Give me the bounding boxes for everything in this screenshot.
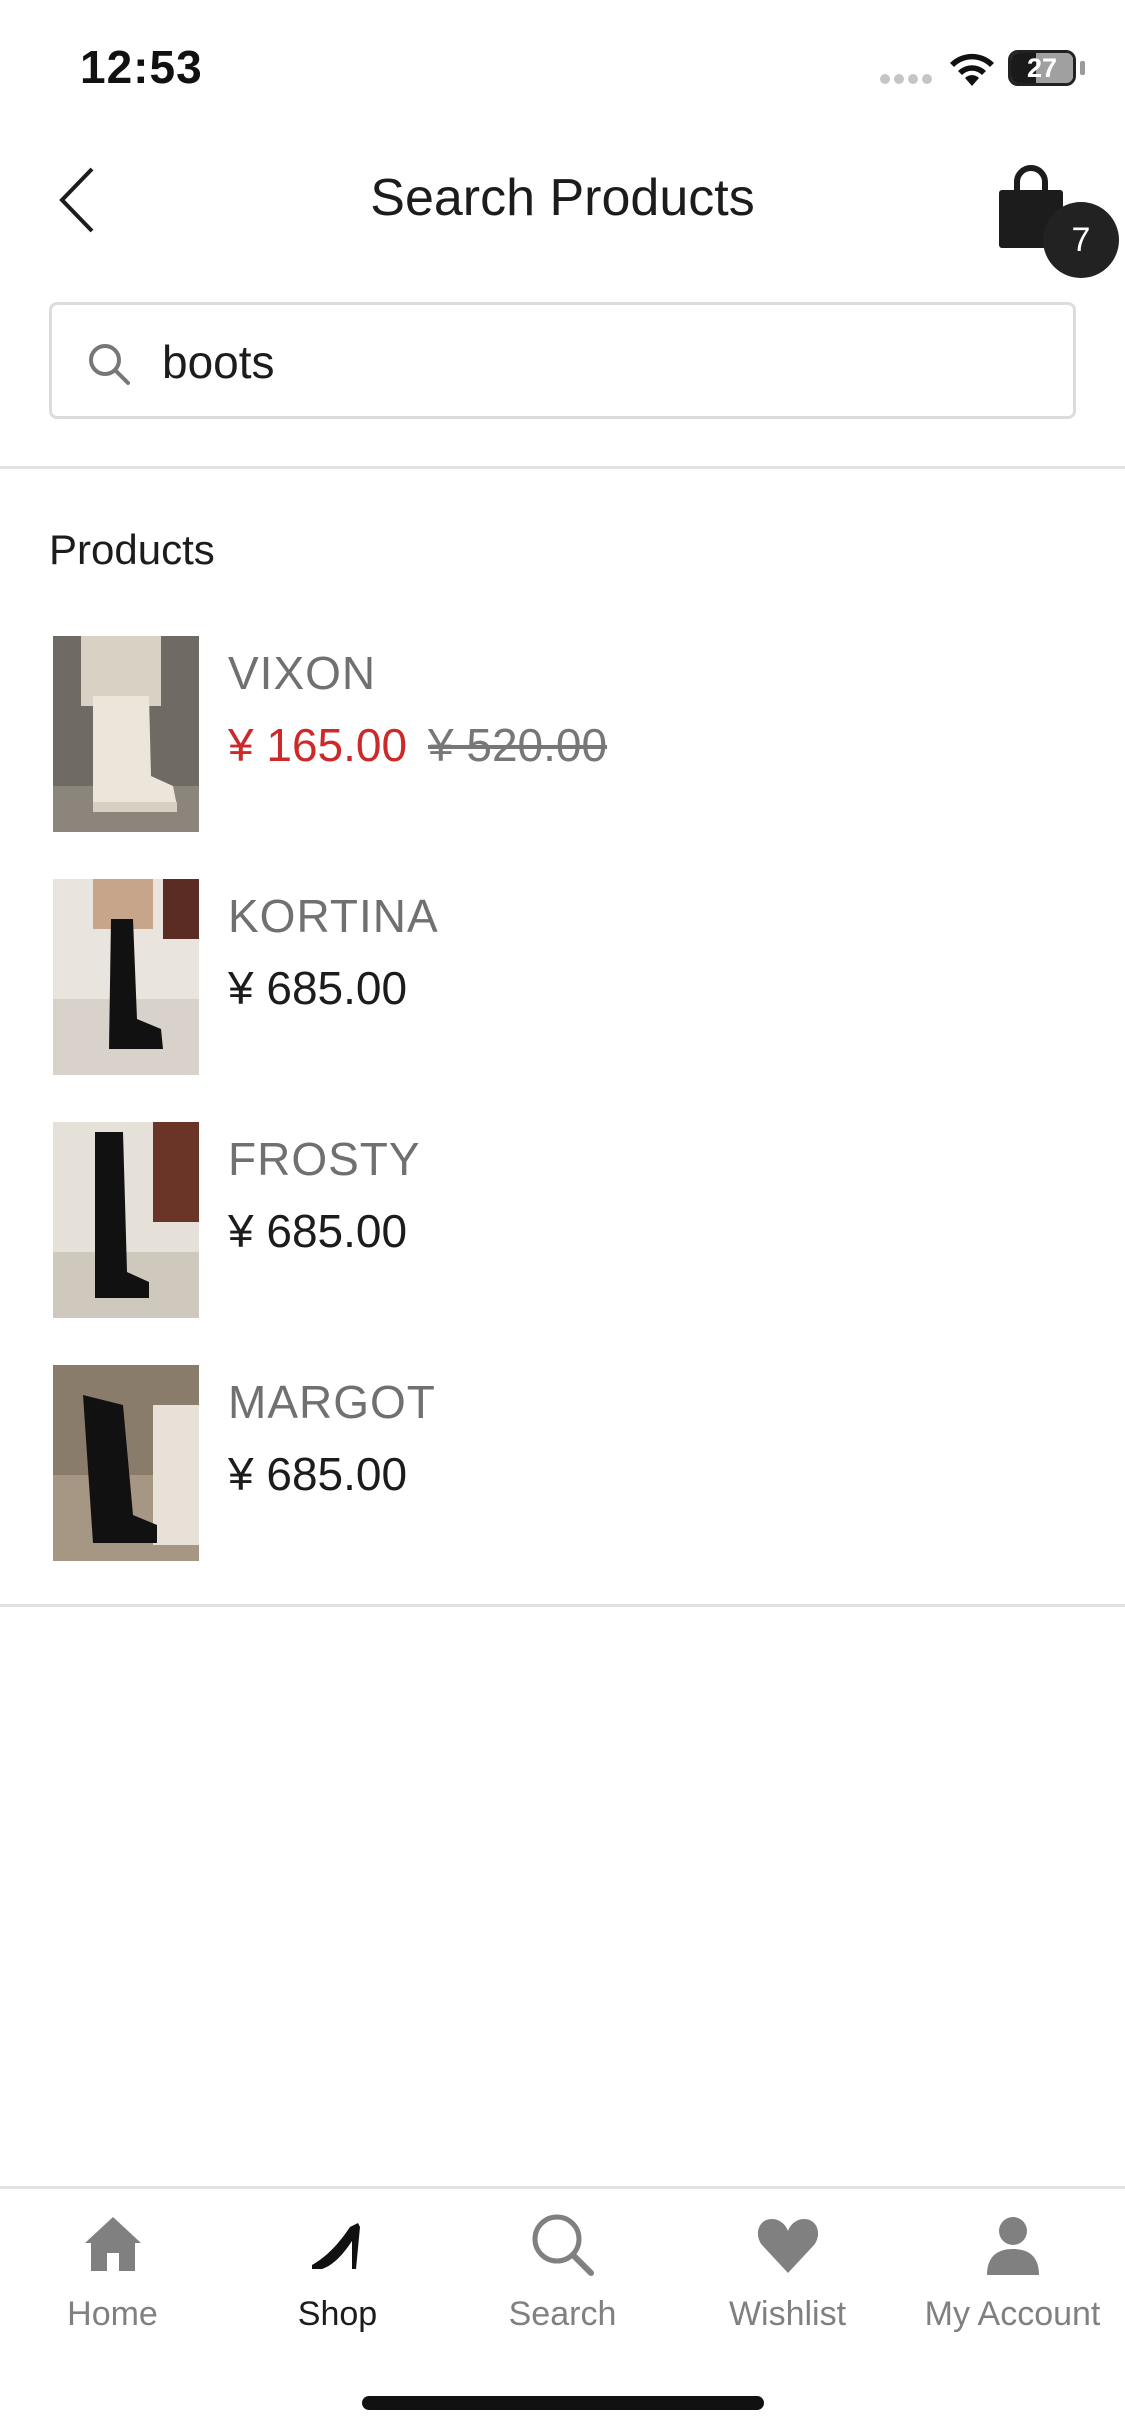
product-item-frosty[interactable]: FROSTY ¥ 685.00 [0,1122,1125,1318]
tab-label: Home [67,2295,158,2333]
tab-label: Wishlist [728,2295,847,2333]
tab-label: Shop [297,2295,378,2333]
tab-home[interactable]: Home [0,2205,225,2355]
product-item-kortina[interactable]: KORTINA ¥ 685.00 [0,879,1125,1075]
cart-button[interactable]: 7 [985,150,1125,278]
cart-count-badge: 7 [1043,202,1119,278]
product-name: MARGOT [228,1376,436,1428]
product-name: VIXON [228,647,377,699]
product-price: ¥ 685.00 [228,962,408,1014]
product-image [53,879,199,1075]
tab-label: My Account [924,2295,1101,2333]
header: Search Products 7 [0,140,1125,278]
products-divider [0,1604,1125,1607]
product-item-margot[interactable]: MARGOT ¥ 685.00 [0,1365,1125,1561]
search-icon [532,2214,594,2276]
product-original-price: ¥ 520.00 [428,719,608,771]
tab-my-account[interactable]: My Account [900,2205,1125,2355]
product-price: ¥ 685.00 [228,1448,408,1500]
page-title: Search Products [370,169,755,227]
tab-label: Search [508,2295,617,2333]
tab-wishlist[interactable]: Wishlist [675,2205,900,2355]
search-divider [0,466,1125,469]
product-item-vixon[interactable]: VIXON ¥ 165.00 ¥ 520.00 [0,636,1125,832]
wifi-icon [950,53,994,86]
battery-cap [1080,61,1085,75]
battery-icon: 27 [1008,50,1076,86]
tab-search[interactable]: Search [450,2205,675,2355]
cellular-signal-icon [880,74,934,86]
product-price: ¥ 685.00 [228,1205,408,1257]
home-indicator [362,2396,764,2410]
products-section-title: Products [49,526,215,573]
product-image [53,1122,199,1318]
search-icon [89,344,130,385]
search-input[interactable] [162,327,1042,397]
heart-icon [757,2219,818,2273]
status-bar: 12:53 27 [0,0,1125,140]
high-heel-icon [311,2223,360,2269]
person-icon [986,2217,1039,2275]
tab-shop[interactable]: Shop [225,2205,450,2355]
product-image [53,1365,199,1561]
product-image [53,636,199,832]
product-sale-price: ¥ 165.00 [228,719,408,771]
status-time: 12:53 [80,41,203,93]
product-name: FROSTY [228,1133,421,1185]
battery-level: 27 [1026,53,1058,83]
search-field[interactable] [49,302,1076,419]
product-name: KORTINA [228,890,439,942]
home-icon [84,2217,141,2271]
